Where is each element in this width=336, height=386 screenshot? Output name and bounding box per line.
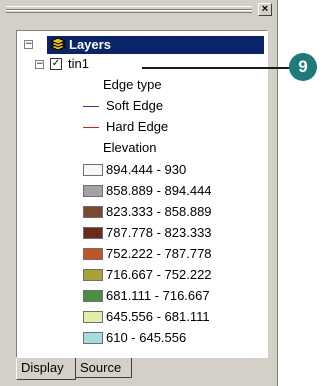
elevation-swatch [83,185,103,197]
elevation-range-label: 752.222 - 787.778 [106,246,212,261]
soft-edge-label: Soft Edge [106,98,164,113]
window-title-bar[interactable]: × [2,2,276,18]
elevation-range-label: 858.889 - 894.444 [106,183,212,198]
elevation-range-label: 610 - 645.556 [106,330,187,345]
elevation-swatch [83,248,103,260]
tree-row-layers[interactable]: − Layers [20,36,264,54]
elevation-range-label: 787.778 - 823.333 [106,225,212,240]
tab-display[interactable]: Display [16,358,76,380]
elevation-swatch [83,206,103,218]
table-of-contents-window: × − Layers − ✓ tin1 Edge type Soft Edge … [0,0,278,386]
tree-row-tin1[interactable]: − ✓ tin1 [20,56,220,72]
layers-root-label[interactable]: Layers [47,36,264,54]
elevation-swatch [83,332,103,344]
collapse-layers-toggle[interactable]: − [24,40,33,49]
tab-source[interactable]: Source [76,358,132,378]
elevation-range-label: 681.111 - 716.667 [106,288,210,303]
elevation-range-label: 823.333 - 858.889 [106,204,212,219]
hard-edge-symbol [83,127,99,128]
tin1-layer-name[interactable]: tin1 [68,56,89,72]
layers-root-text: Layers [69,37,111,52]
elevation-swatch [83,290,103,302]
elevation-swatch [83,227,103,239]
edge-type-heading: Edge type [103,77,162,92]
soft-edge-symbol [83,106,99,107]
layer-tree[interactable]: − Layers − ✓ tin1 Edge type Soft Edge Ha… [16,30,268,358]
elevation-swatch [83,164,103,176]
hard-edge-label: Hard Edge [106,119,169,134]
layers-icon [49,37,66,51]
tin1-visibility-checkbox[interactable]: ✓ [50,58,62,70]
callout-leader-line [142,67,292,69]
elevation-swatch [83,311,103,323]
callout-number-badge: 9 [289,53,317,81]
elevation-swatch [83,269,103,281]
elevation-heading: Elevation [103,140,157,155]
drag-grip[interactable] [6,6,252,13]
elevation-range-label: 894.444 - 930 [106,162,187,177]
elevation-range-label: 645.556 - 681.111 [106,309,210,324]
elevation-range-label: 716.667 - 752.222 [106,267,212,282]
tab-strip: Display Source [16,358,268,382]
collapse-tin1-toggle[interactable]: − [35,60,44,69]
close-button[interactable]: × [258,3,272,16]
